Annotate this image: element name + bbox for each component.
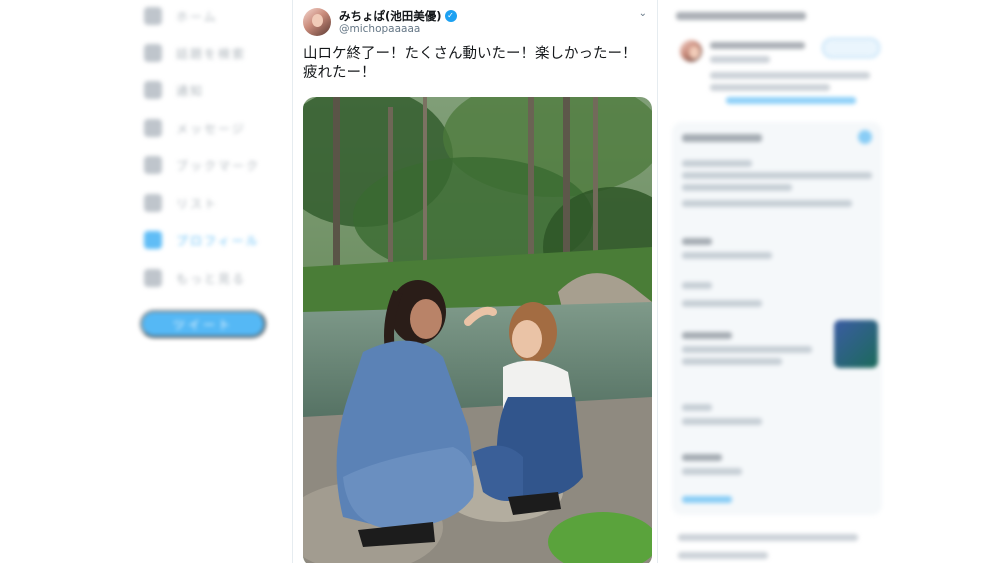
left-nav: ホーム 話題を検索 通知 メッセージ ブックマーク リスト プロフィール もっと… [130, 0, 285, 563]
follow-button[interactable] [822, 38, 880, 58]
nav-item-label: 通知 [176, 83, 205, 98]
tweet-text: 山ロケ終了ー！たくさん動いたー！楽しかったー！疲れたー！ [303, 46, 637, 81]
suggested-bio [710, 84, 830, 91]
nav-item-messages[interactable]: メッセージ [144, 116, 246, 140]
nav-item-label: リスト [176, 196, 219, 211]
more-icon [144, 269, 162, 287]
sidebar-heading [676, 12, 806, 20]
profile-icon [144, 231, 162, 249]
nav-item-profile[interactable]: プロフィール [144, 228, 260, 252]
trend-line [682, 404, 712, 411]
suggested-handle [710, 56, 770, 63]
chevron-down-icon[interactable]: ⌄ [639, 8, 647, 19]
tweet-header: みちょぱ(池田美優) ✓ @michopaaaaa ⌄ [303, 8, 649, 40]
trend-title [682, 332, 732, 339]
suggested-name [710, 42, 805, 49]
trends-heading [682, 134, 762, 142]
footer-links [678, 552, 768, 559]
nav-item-bookmarks[interactable]: ブックマーク [144, 153, 260, 177]
trend-line [682, 358, 782, 365]
nav-item-label: ブックマーク [176, 158, 261, 173]
lists-icon [144, 194, 162, 212]
show-more-link[interactable] [682, 496, 732, 503]
trend-thumbnail[interactable] [834, 320, 878, 368]
gear-icon[interactable] [858, 130, 872, 144]
trend-line [682, 468, 742, 475]
trend-line [682, 172, 872, 179]
trends-panel [672, 122, 882, 515]
tweet-button[interactable]: ツイート [140, 310, 266, 338]
messages-icon [144, 119, 162, 137]
right-sidebar [666, 0, 890, 563]
footer-links [678, 534, 858, 541]
nav-item-label: もっと見る [176, 271, 247, 286]
trend-line [682, 282, 712, 289]
nav-item-explore[interactable]: 話題を検索 [144, 41, 246, 65]
suggested-link[interactable] [726, 97, 856, 104]
nav-item-lists[interactable]: リスト [144, 191, 218, 215]
trend-line [682, 160, 752, 167]
forest-river-photo [303, 97, 652, 563]
suggested-bio [710, 72, 870, 79]
trend-line [682, 300, 762, 307]
explore-icon [144, 44, 162, 62]
display-name[interactable]: みちょぱ(池田美優) [339, 8, 442, 24]
trend-title [682, 238, 712, 245]
bookmarks-icon [144, 156, 162, 174]
nav-item-label: ホーム [176, 9, 218, 24]
suggested-avatar[interactable] [680, 40, 702, 62]
trend-line [682, 252, 772, 259]
tweet-photo[interactable] [303, 97, 652, 563]
notifications-icon [144, 81, 162, 99]
nav-item-notifications[interactable]: 通知 [144, 78, 204, 102]
nav-item-label: メッセージ [176, 121, 246, 136]
nav-item-label: 話題を検索 [176, 46, 247, 61]
trend-line [682, 418, 762, 425]
nav-item-home[interactable]: ホーム [144, 4, 218, 28]
nav-item-more[interactable]: もっと見る [144, 266, 246, 290]
home-icon [144, 7, 162, 25]
trend-line [682, 184, 792, 191]
trend-title [682, 454, 722, 461]
tweet-column: みちょぱ(池田美優) ✓ @michopaaaaa ⌄ 山ロケ終了ー！たくさん動… [292, 0, 658, 563]
handle[interactable]: @michopaaaaa [339, 23, 420, 35]
verified-badge-icon: ✓ [444, 10, 457, 22]
trend-line [682, 346, 812, 353]
avatar[interactable] [303, 8, 331, 36]
display-name-row: みちょぱ(池田美優) ✓ [339, 8, 457, 24]
nav-item-label: プロフィール [176, 233, 260, 248]
trend-line [682, 200, 852, 207]
